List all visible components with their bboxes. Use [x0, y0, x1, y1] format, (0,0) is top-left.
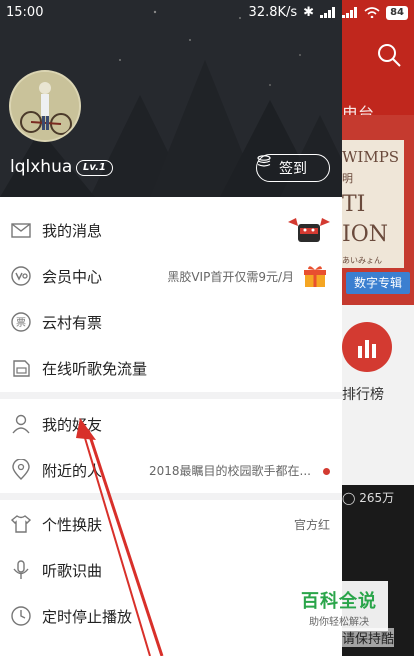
sim-card-icon [13, 360, 30, 377]
nearby-note-text: 2018最瞩目的校园歌手都在... [149, 463, 311, 478]
menu-label: 会员中心 [42, 267, 103, 286]
menu-item-free-traffic[interactable]: 在线听歌免流量 [0, 345, 342, 391]
background-app: 电台 WIMPS 明 TI ION あいみょん 数字专辑 排行榜 ◯ 265万 … [342, 0, 414, 656]
section-divider [0, 493, 342, 500]
menu-item-friends[interactable]: 我的好友 [0, 401, 342, 447]
menu-item-vip[interactable]: 会员中心 黑胶VIP首开仅需9元/月 [0, 253, 342, 299]
signal-icon [342, 7, 358, 18]
menu-label: 听歌识曲 [42, 561, 103, 580]
search-icon[interactable] [376, 42, 402, 68]
album-cover[interactable]: WIMPS 明 TI ION あいみょん [342, 140, 404, 268]
album-cover-text: TI [342, 192, 366, 217]
play-count: ◯ 265万 [342, 491, 395, 505]
album-cover-text: 明 [342, 172, 353, 185]
section-divider [0, 392, 342, 399]
menu-item-nearby[interactable]: 附近的人 2018最瞩目的校园歌手都在... [0, 447, 342, 493]
nearby-note: 2018最瞩目的校园歌手都在... [149, 462, 330, 479]
location-pin-icon [12, 459, 30, 480]
signal-icon [320, 7, 336, 18]
wifi-icon [364, 7, 380, 18]
menu-item-messages[interactable]: 我的消息 [0, 207, 342, 253]
menu-item-skin[interactable]: 个性换肤 官方红 [0, 501, 342, 547]
checkin-label: 签到 [279, 161, 307, 177]
menu-item-tickets[interactable]: 票 云村有票 [0, 299, 342, 345]
ticket-icon: 票 [11, 312, 31, 332]
microphone-icon [13, 560, 29, 579]
profile-header: lqlxhua Lv.1 签到 [0, 0, 342, 197]
clock-icon [11, 606, 31, 626]
menu-label: 在线听歌免流量 [42, 359, 148, 378]
watermark: 百科全说 助你轻松解决 [290, 581, 388, 631]
svg-text:票: 票 [16, 317, 26, 329]
album-cover-text: WIMPS [342, 148, 400, 166]
menu-label: 我的消息 [42, 221, 103, 240]
username[interactable]: lqlxhua [10, 157, 72, 177]
bluetooth-icon: ✱ [303, 5, 315, 20]
vip-icon [11, 266, 31, 286]
avatar[interactable] [9, 70, 81, 142]
unread-dot [323, 467, 330, 475]
mail-icon [11, 223, 31, 238]
watermark-title: 百科全说 [301, 591, 377, 612]
menu-label: 我的好友 [42, 415, 103, 434]
coins-icon [257, 155, 271, 167]
album-cover-text: ION [342, 222, 388, 247]
watermark-subtitle: 助你轻松解决 [309, 617, 369, 628]
rank-icon[interactable] [342, 322, 392, 372]
side-drawer: lqlxhua Lv.1 签到 我的消息 会员中心 黑胶VIP首开仅需9元/月 [0, 0, 342, 656]
vip-promo-text: 黑胶VIP首开仅需9元/月 [167, 269, 294, 284]
status-bar: 15:00 32.8K/s ✱ 84 [0, 0, 414, 26]
album-cover-text: あいみょん [342, 256, 382, 265]
tshirt-icon [10, 515, 32, 533]
level-badge: Lv.1 [76, 160, 113, 176]
menu-label: 个性换肤 [42, 515, 103, 534]
mascot-icon [288, 218, 330, 242]
status-icons: 32.8K/s ✱ 84 [249, 5, 408, 20]
skin-value: 官方红 [293, 517, 330, 532]
checkin-button[interactable]: 签到 [256, 154, 330, 182]
rank-label[interactable]: 排行榜 [342, 384, 384, 404]
battery-level: 84 [386, 5, 408, 20]
menu-label: 定时停止播放 [42, 607, 133, 626]
status-time: 15:00 [6, 5, 44, 20]
person-icon [12, 414, 30, 434]
digital-album-tag[interactable]: 数字专辑 [346, 272, 410, 294]
network-speed: 32.8K/s [248, 5, 298, 20]
gift-icon [304, 266, 326, 287]
menu-label: 云村有票 [42, 313, 103, 332]
menu-label: 附近的人 [42, 461, 103, 480]
